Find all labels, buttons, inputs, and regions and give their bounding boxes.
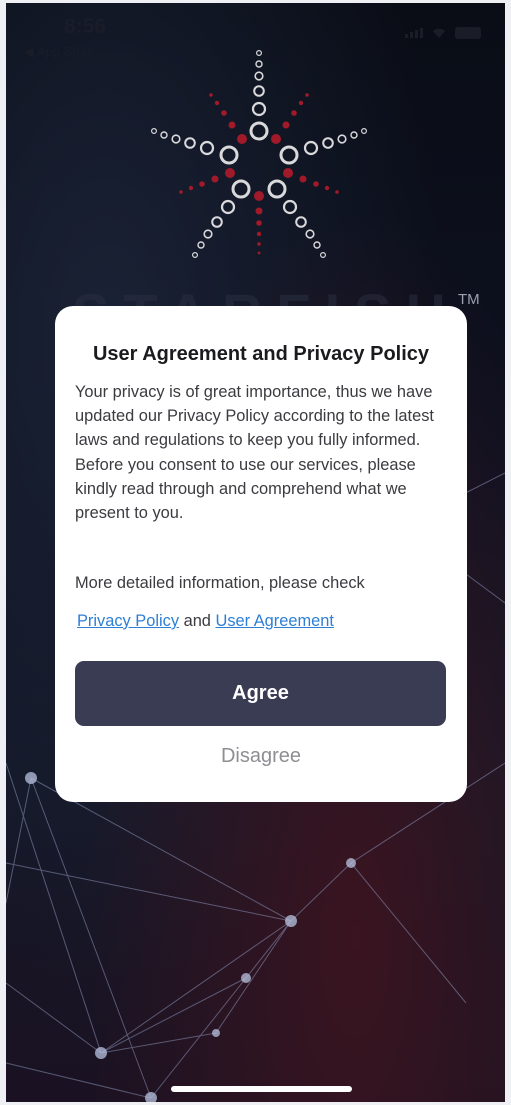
privacy-policy-link[interactable]: Privacy Policy [77,612,179,630]
more-info-text: More detailed information, please check [75,574,365,592]
dialog-title: User Agreement and Privacy Policy [92,343,430,365]
privacy-policy-dialog: User Agreement and Privacy Policy Your p… [55,306,467,802]
dialog-body: Your privacy is of great importance, thu… [75,380,455,525]
policy-links: Privacy Policy and User Agreement [77,612,457,631]
wifi-icon [433,28,445,38]
home-indicator[interactable] [171,1086,352,1092]
dialog-paragraph-2: Before you consent to use our services, … [75,455,416,523]
status-icons [405,27,481,39]
app-screen: 8:56 ◀ App Store STARFISH TM User Agreem… [6,3,505,1102]
battery-icon [455,27,481,39]
cellular-signal-icon [405,28,423,38]
disagree-button[interactable]: Disagree [55,744,467,769]
user-agreement-link[interactable]: User Agreement [216,612,334,630]
starfish-logo-icon [151,49,368,259]
back-to-app-store-link[interactable]: ◀ App Store [24,44,95,60]
trademark-symbol: TM [458,291,480,308]
link-joiner: and [183,612,211,630]
status-time: 8:56 [64,15,107,38]
agree-button[interactable]: Agree [75,661,446,726]
starfish-logo-red-dots [179,93,339,255]
dialog-paragraph-1: Your privacy is of great importance, thu… [75,383,434,450]
